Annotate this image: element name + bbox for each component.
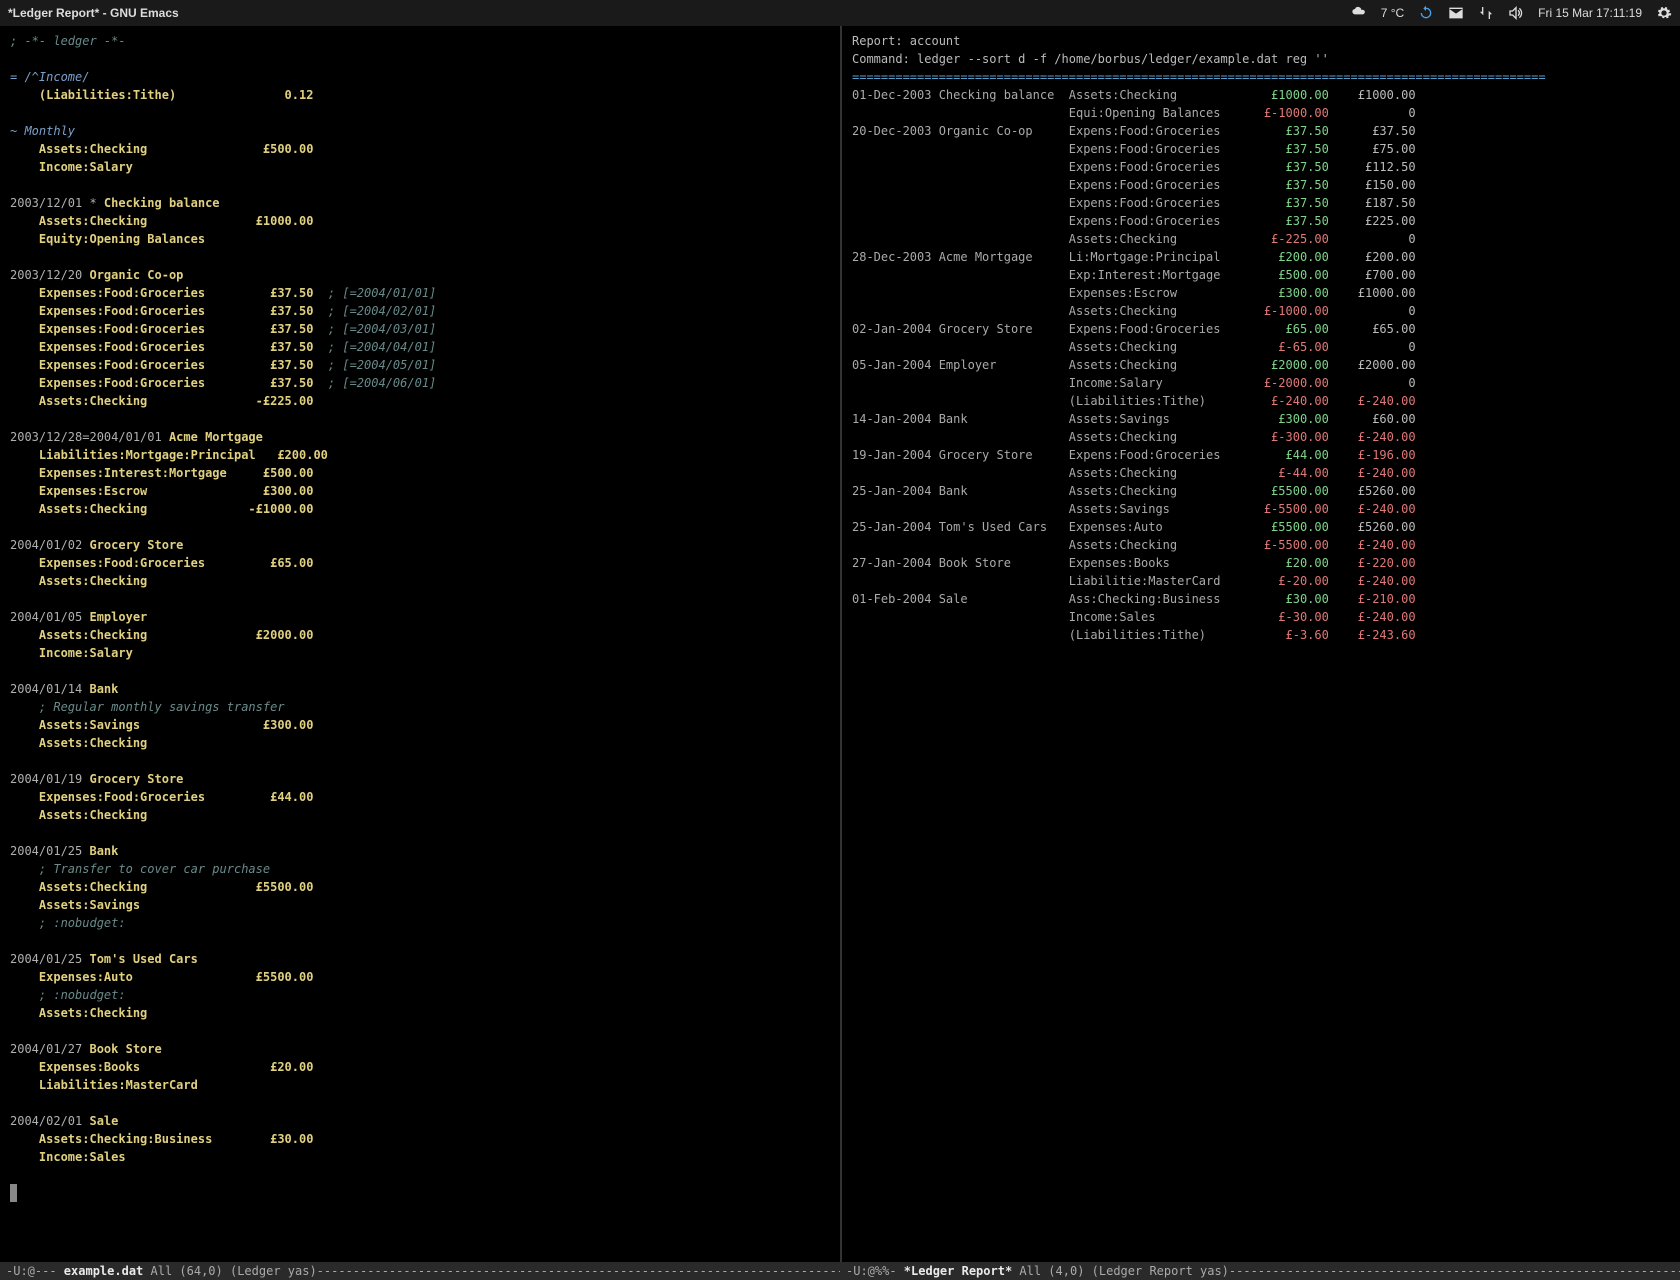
ledger-report-buffer[interactable]: Report: account Command: ledger --sort d… <box>840 26 1680 1262</box>
modeline-left[interactable]: -U:@--- example.dat All (64,0) (Ledger y… <box>0 1264 840 1278</box>
modeline-right[interactable]: -U:@%%- *Ledger Report* All (4,0) (Ledge… <box>840 1264 1680 1278</box>
window-title: *Ledger Report* - GNU Emacs <box>8 6 179 20</box>
modeline-row: -U:@--- example.dat All (64,0) (Ledger y… <box>0 1262 1680 1280</box>
network-icon[interactable] <box>1478 5 1494 21</box>
gnome-top-panel: *Ledger Report* - GNU Emacs 7 °C Fri 15 … <box>0 0 1680 26</box>
clock: Fri 15 Mar 17:11:19 <box>1538 6 1642 20</box>
weather-text: 7 °C <box>1381 6 1404 20</box>
weather-icon[interactable] <box>1351 5 1367 21</box>
volume-icon[interactable] <box>1508 5 1524 21</box>
settings-gear-icon[interactable] <box>1656 5 1672 21</box>
ledger-source-buffer[interactable]: ; -*- ledger -*- = /^Income/ (Liabilitie… <box>0 26 840 1262</box>
emacs-frame: ; -*- ledger -*- = /^Income/ (Liabilitie… <box>0 26 1680 1262</box>
system-tray: 7 °C Fri 15 Mar 17:11:19 <box>1351 5 1672 21</box>
refresh-icon[interactable] <box>1418 5 1434 21</box>
mail-icon[interactable] <box>1448 5 1464 21</box>
